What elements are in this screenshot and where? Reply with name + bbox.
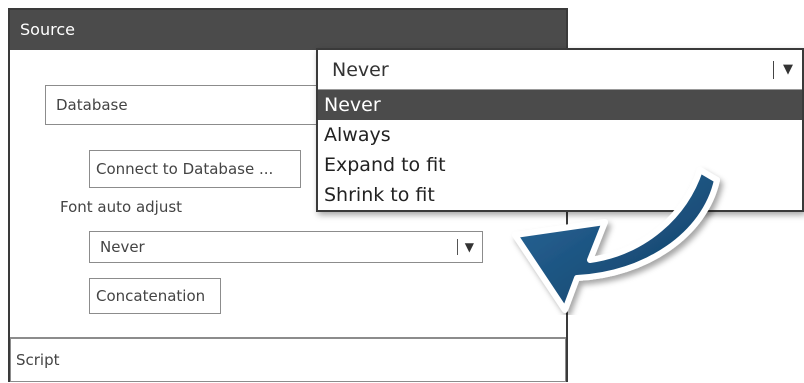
database-field[interactable]: Database xyxy=(45,85,345,125)
dropdown-current-value[interactable]: Never ▼ xyxy=(318,50,802,90)
script-field-frame xyxy=(10,338,566,382)
chevron-down-icon[interactable]: ▼ xyxy=(783,50,793,90)
font-auto-adjust-value: Never xyxy=(100,238,145,256)
select-separator xyxy=(457,239,458,255)
connect-to-database-button[interactable]: Connect to Database ... xyxy=(89,150,301,188)
panel-header: Source xyxy=(10,10,566,50)
chevron-down-icon[interactable]: ▼ xyxy=(465,232,474,262)
dropdown-separator xyxy=(773,61,774,79)
font-auto-adjust-label: Font auto adjust xyxy=(60,198,183,216)
dropdown-option-never[interactable]: Never xyxy=(318,90,802,120)
font-auto-adjust-select[interactable]: Never ▼ xyxy=(89,231,483,263)
dropdown-option-always[interactable]: Always xyxy=(318,120,802,150)
script-field[interactable]: Script xyxy=(10,337,566,382)
concatenation-button[interactable]: Concatenation xyxy=(89,278,221,314)
dropdown-selected-label: Never xyxy=(332,59,389,81)
curved-arrow-icon xyxy=(512,167,720,313)
script-label: Script xyxy=(16,351,60,369)
